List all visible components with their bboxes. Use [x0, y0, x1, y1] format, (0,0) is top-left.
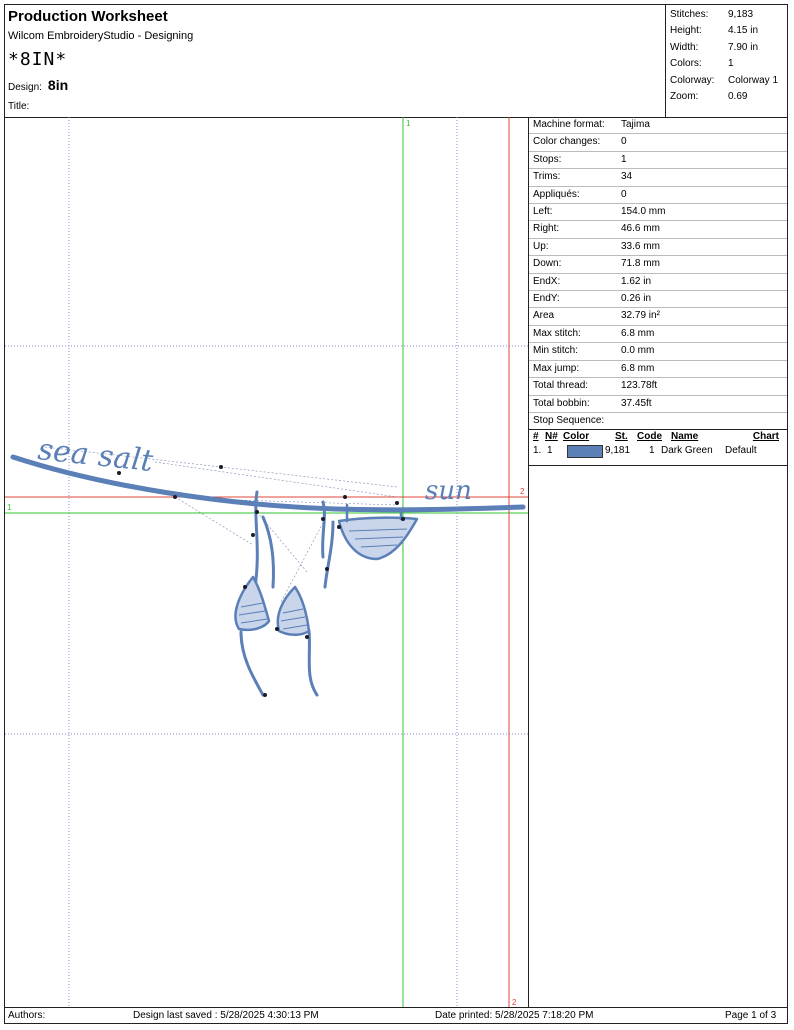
- info-row: Min stitch: 0.0 mm: [529, 343, 787, 361]
- info-row: Stops: 1: [529, 152, 787, 170]
- stat-width: Width: 7.90 in: [670, 41, 759, 53]
- summary-stats: Stitches: 9,183 Height: 4.15 in Width: 7.90…: [665, 5, 787, 117]
- design-preview-svg: 1 1 2 2 sea salt sun: [5, 117, 528, 1007]
- stat-colors: Colors: 1: [670, 58, 734, 70]
- col-code: Code: [637, 430, 662, 442]
- date-printed: Date printed: 5/28/2025 7:18:20 PM: [435, 1010, 594, 1021]
- design-value: 8in: [47, 77, 69, 93]
- last-saved: Design last saved : 5/28/2025 4:30:13 PM: [133, 1010, 319, 1021]
- stat-zoom: Zoom: 0.69: [670, 91, 748, 103]
- design-display-name: *8IN*: [8, 49, 68, 70]
- info-row: Total thread: 123.78ft: [529, 378, 787, 396]
- text-sun: sun: [425, 476, 472, 506]
- col-chart: Chart: [752, 430, 779, 442]
- col-num: #: [533, 430, 539, 442]
- col-n: N#: [545, 430, 558, 442]
- info-row: Appliqués: 0: [529, 187, 787, 205]
- stat-height: Height: 4.15 in: [670, 25, 759, 37]
- app-subtitle: Wilcom EmbroideryStudio - Designing: [8, 30, 194, 42]
- info-row: Total bobbin: 37.45ft: [529, 396, 787, 413]
- stop-sequence-header: # N# Color St. Code Name Chart: [529, 430, 787, 444]
- info-row: Right: 46.6 mm: [529, 221, 787, 239]
- stat-colorway: Colorway: Colorway 1: [670, 74, 779, 86]
- authors-label: Authors:: [8, 1010, 46, 1021]
- col-color: Color: [563, 430, 590, 442]
- info-row: Max jump: 6.8 mm: [529, 361, 787, 379]
- info-row: Down: 71.8 mm: [529, 256, 787, 274]
- title-label: Title:: [8, 101, 30, 112]
- header-left: Production Worksheet Wilcom EmbroiderySt…: [5, 5, 665, 117]
- design-canvas: 1 1 2 2 sea salt sun: [5, 117, 529, 1007]
- grid-guides: [5, 117, 528, 1007]
- page-number: Page 1 of 3: [725, 1010, 777, 1021]
- design-row: Design: 8in: [8, 77, 68, 93]
- stitch-nodes: [117, 465, 405, 697]
- info-row: EndX: 1.62 in: [529, 274, 787, 292]
- origin-marker-top: 1: [406, 119, 411, 128]
- worksheet-page: Production Worksheet Wilcom EmbroiderySt…: [4, 4, 788, 1024]
- worksheet-header: Production Worksheet Wilcom EmbroiderySt…: [5, 5, 787, 118]
- origin-marker-left: 1: [7, 503, 12, 512]
- page-title: Production Worksheet: [8, 8, 168, 25]
- info-row: Up: 33.6 mm: [529, 239, 787, 257]
- color-swatch: [567, 444, 603, 458]
- text-sea-salt: sea salt: [36, 432, 155, 479]
- stat-stitches: Stitches: 9,183: [670, 9, 754, 20]
- design-label: Design:: [8, 82, 42, 93]
- end-marker-bottom: 2: [512, 998, 517, 1007]
- stop-sequence-title: Stop Sequence:: [529, 413, 787, 430]
- machine-info-panel: Machine format: Tajima Color changes: 0 St…: [529, 117, 787, 1007]
- info-row: Machine format: Tajima: [529, 117, 787, 135]
- stop-sequence-row: 1. 1 9,181 1 Dark Green Default: [529, 444, 787, 466]
- info-row: Max stitch: 6.8 mm: [529, 326, 787, 344]
- end-marker-right: 2: [520, 487, 525, 496]
- info-row: Color changes: 0: [529, 134, 787, 152]
- info-row: EndY: 0.26 in: [529, 291, 787, 309]
- info-row: Trims: 34: [529, 169, 787, 187]
- col-name: Name: [671, 430, 699, 442]
- info-row: Left: 154.0 mm: [529, 204, 787, 222]
- worksheet-footer: Authors: Design last saved : 5/28/2025 4…: [5, 1007, 787, 1024]
- info-row: Area 32.79 in²: [529, 308, 787, 326]
- col-st: St.: [615, 430, 628, 442]
